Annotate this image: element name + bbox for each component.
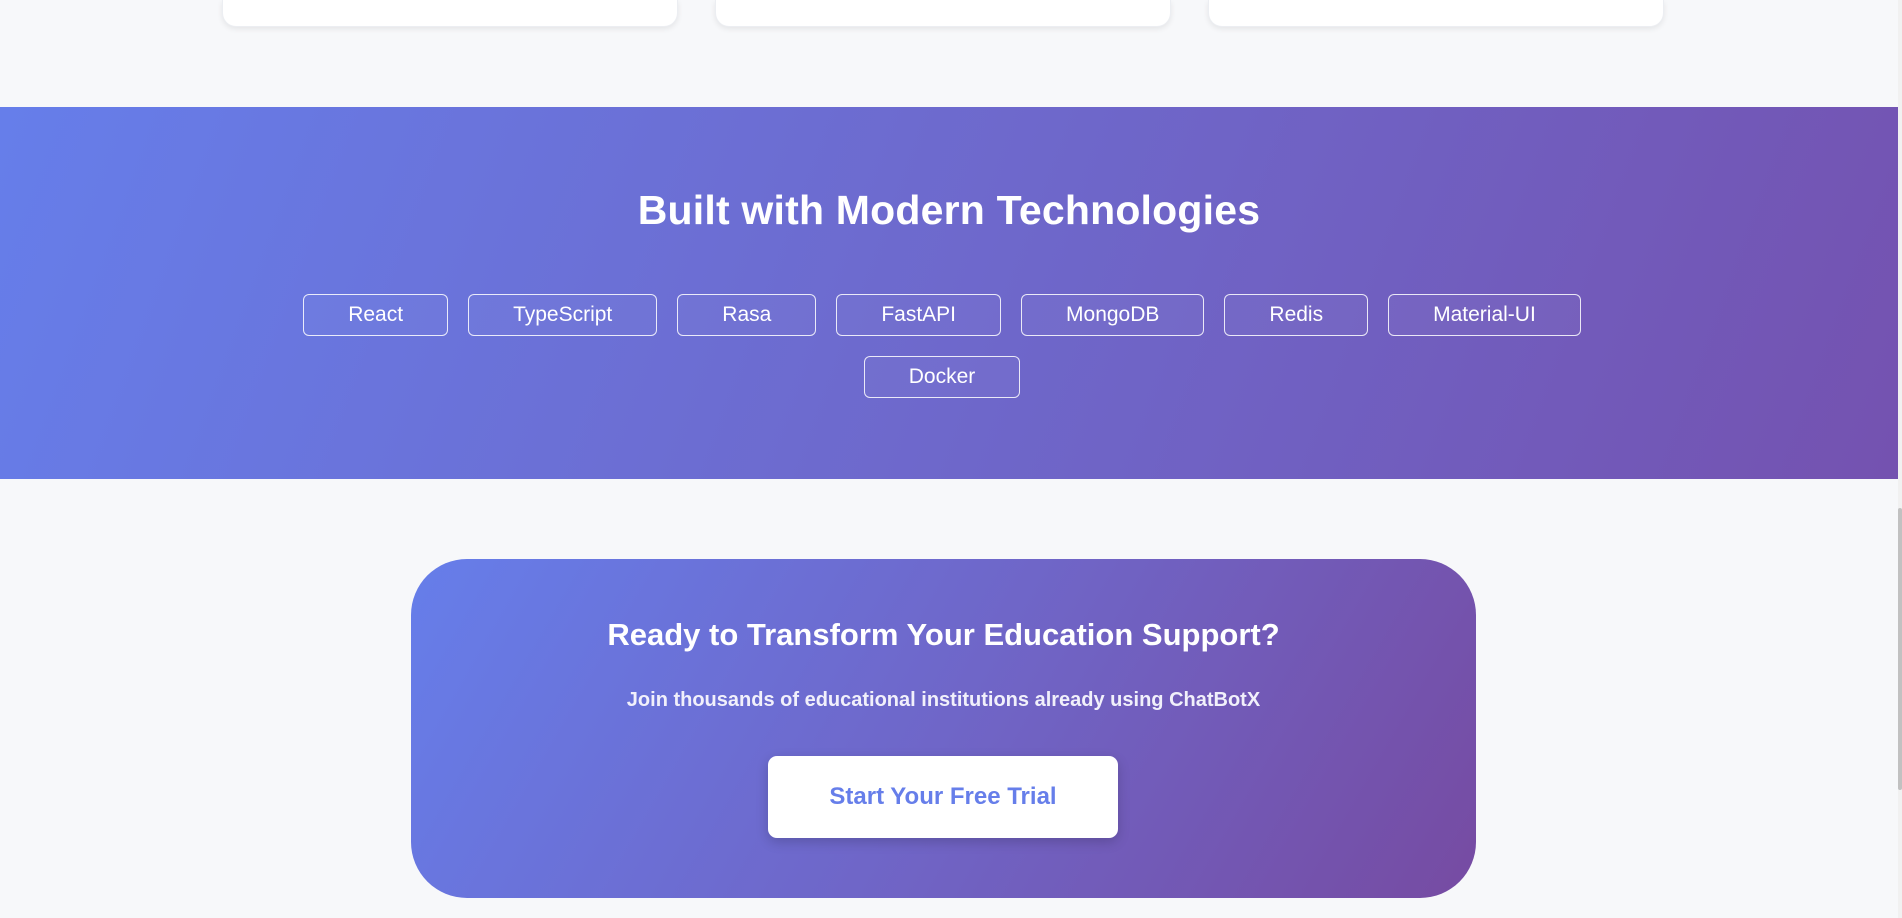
tech-chip-react[interactable]: React: [303, 294, 449, 336]
feature-card: [1208, 0, 1664, 27]
technologies-title: Built with Modern Technologies: [637, 187, 1261, 233]
cta-card: Ready to Transform Your Education Suppor…: [411, 559, 1476, 898]
feature-card: [222, 0, 678, 27]
technology-chips: React TypeScript Rasa FastAPI MongoDB Re…: [300, 294, 1584, 398]
tech-chip-fastapi[interactable]: FastAPI: [836, 294, 1002, 336]
landing-page: Built with Modern Technologies React Typ…: [0, 0, 1902, 918]
tech-chip-redis[interactable]: Redis: [1224, 294, 1369, 336]
start-free-trial-button[interactable]: Start Your Free Trial: [768, 756, 1118, 838]
tech-chip-docker[interactable]: Docker: [863, 356, 1021, 398]
tech-chip-typescript[interactable]: TypeScript: [468, 294, 658, 336]
technologies-section: Built with Modern Technologies React Typ…: [0, 107, 1898, 479]
page-scrollbar[interactable]: [1898, 0, 1902, 918]
cta-subtitle: Join thousands of educational institutio…: [626, 689, 1261, 711]
tech-chip-mongodb[interactable]: MongoDB: [1021, 294, 1205, 336]
feature-cards-row: [222, 0, 1664, 27]
tech-chip-material-ui[interactable]: Material-UI: [1388, 294, 1581, 336]
cta-title: Ready to Transform Your Education Suppor…: [607, 617, 1280, 652]
tech-chip-rasa[interactable]: Rasa: [677, 294, 817, 336]
feature-card: [715, 0, 1171, 27]
scrollbar-thumb[interactable]: [1898, 508, 1902, 790]
